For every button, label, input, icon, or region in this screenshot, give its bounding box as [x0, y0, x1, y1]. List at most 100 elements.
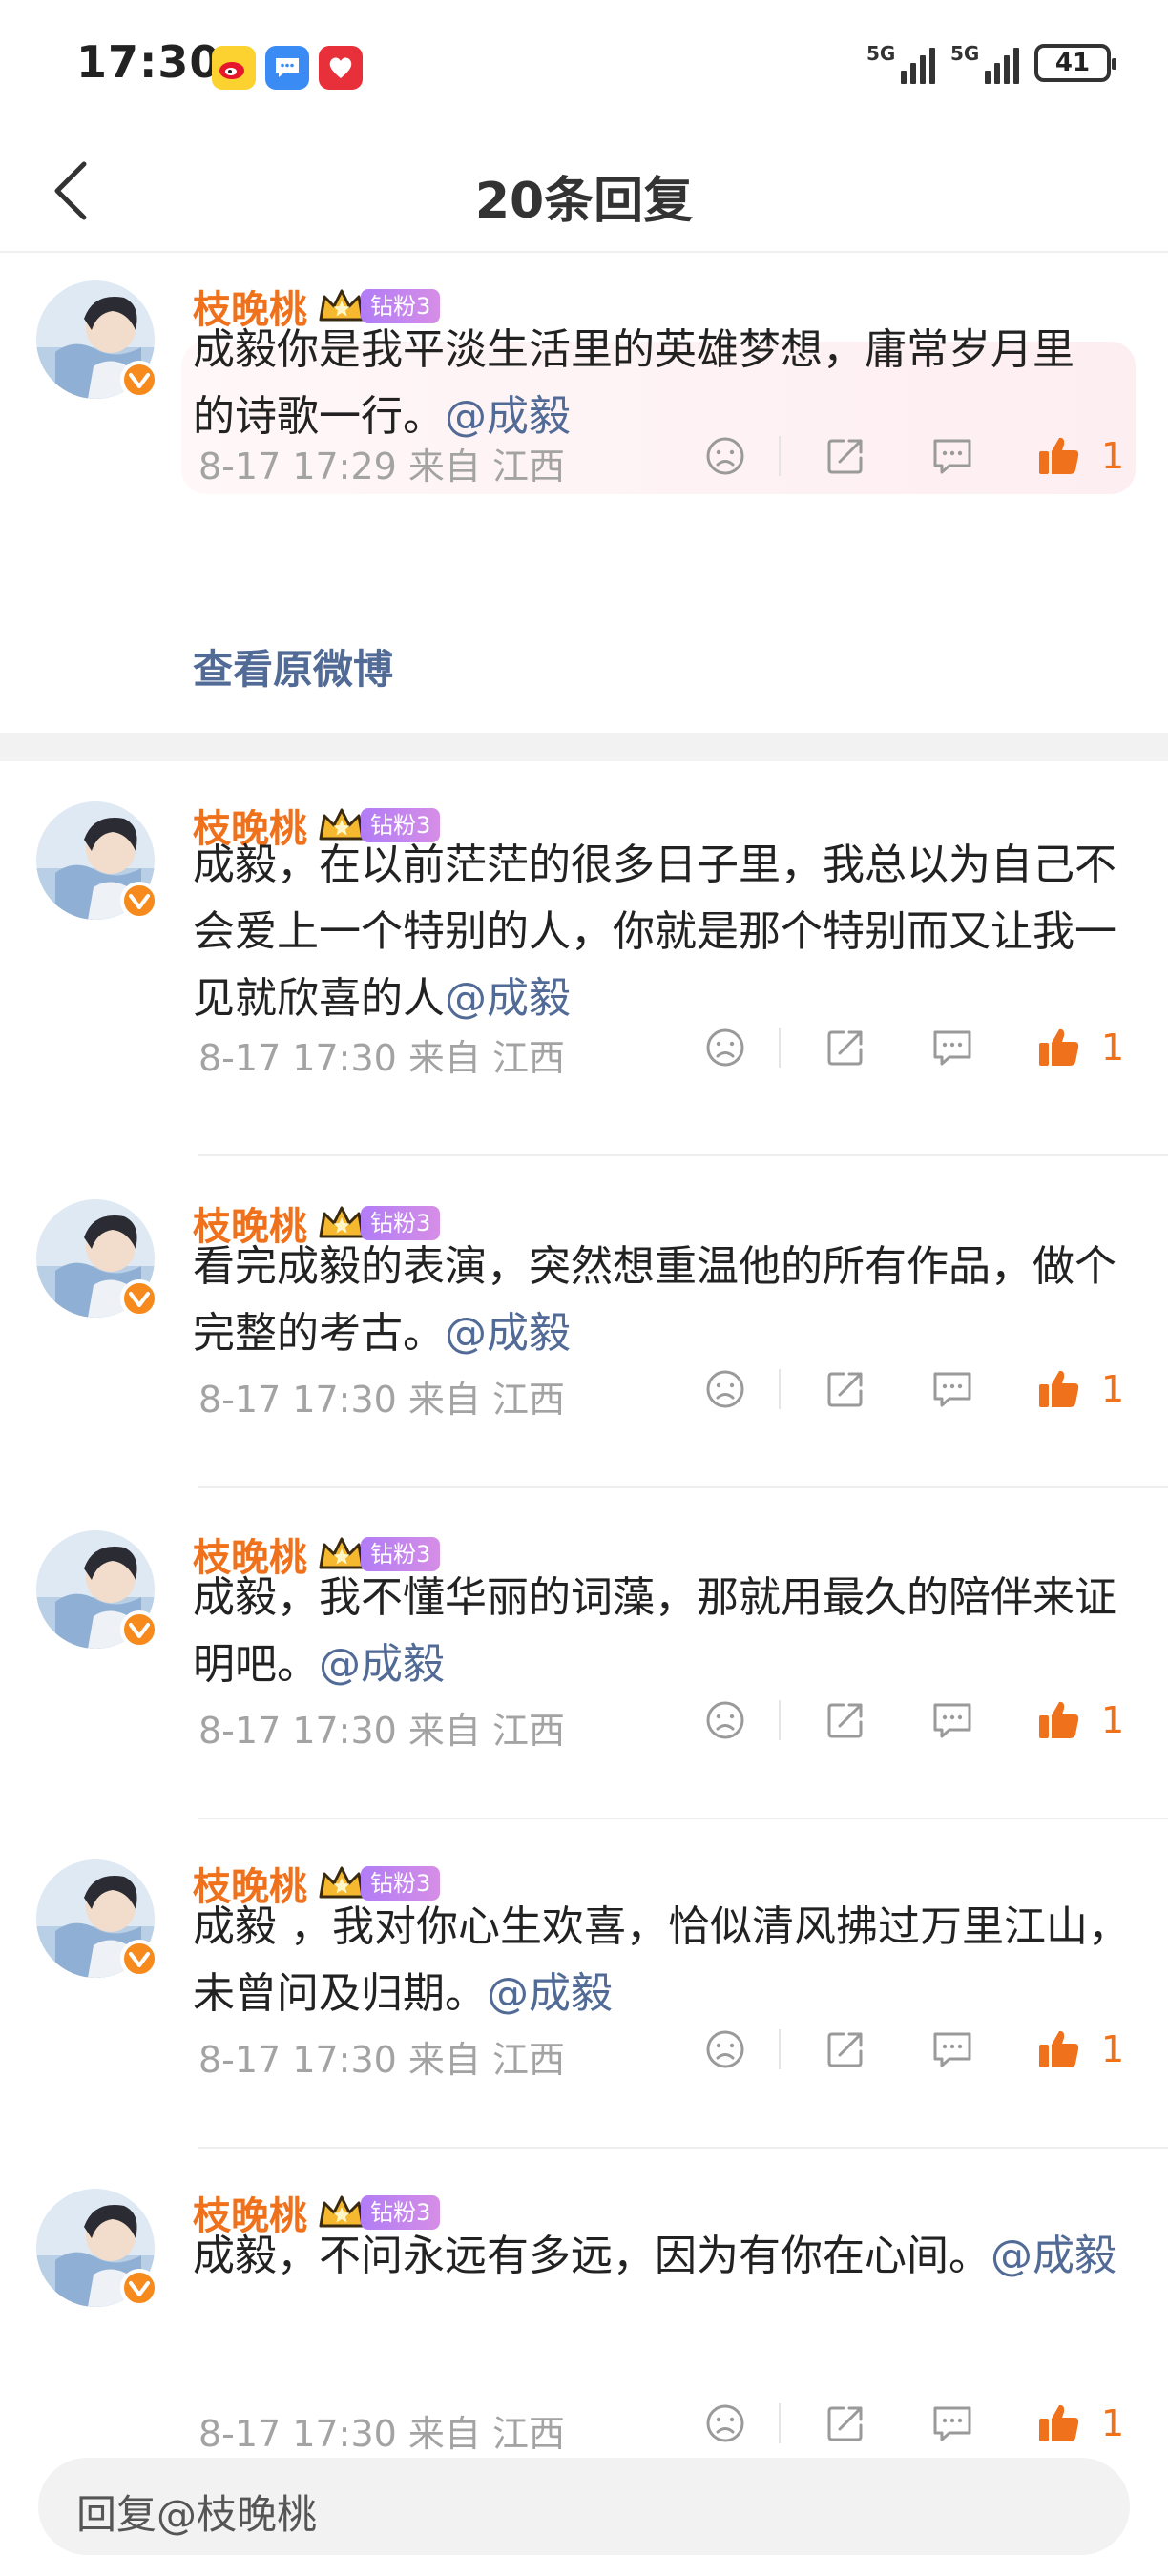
- like-count: 1: [1101, 2402, 1125, 2444]
- share-icon: [827, 1030, 863, 1066]
- like-count: 1: [1101, 1368, 1125, 1410]
- frown-face-icon: [706, 2404, 744, 2442]
- comment-icon: [933, 1030, 971, 1066]
- section-divider: [0, 733, 1168, 761]
- health-icon: [319, 46, 363, 90]
- share-icon: [827, 1703, 863, 1738]
- avatar[interactable]: [36, 280, 158, 399]
- comment-text: 成毅，在以前茫茫的很多日子里，我总以为自己不会爱上一个特别的人，你就是那个特别而…: [193, 832, 1137, 1032]
- comment-button[interactable]: [924, 427, 981, 485]
- avatar[interactable]: [36, 1199, 158, 1318]
- comment-separator: [198, 1818, 1168, 1819]
- avatar[interactable]: [36, 801, 158, 920]
- like-count: 1: [1101, 435, 1125, 477]
- comment-actions: 1: [697, 1019, 1136, 1076]
- like-button[interactable]: [1031, 2395, 1088, 2452]
- action-divider: [779, 436, 781, 476]
- action-divider: [779, 1369, 781, 1409]
- like-button[interactable]: [1031, 1361, 1088, 1418]
- like-button[interactable]: [1031, 1019, 1088, 1076]
- like-count: 1: [1101, 1699, 1125, 1741]
- action-divider: [779, 1700, 781, 1740]
- message-icon: [265, 46, 309, 90]
- mention-link[interactable]: @成毅: [445, 392, 571, 441]
- comment-meta: 8-17 17:29 来自 江西: [198, 446, 565, 488]
- comment-icon: [933, 2032, 971, 2067]
- dislike-button[interactable]: [697, 2021, 754, 2078]
- comment-icon: [933, 1703, 971, 1738]
- dislike-button[interactable]: [697, 1692, 754, 1749]
- like-button[interactable]: [1031, 427, 1088, 485]
- frown-face-icon: [706, 2030, 744, 2068]
- thumbs-up-icon: [1039, 2404, 1079, 2441]
- comment-meta: 8-17 17:30 来自 江西: [198, 2039, 565, 2081]
- mention-link[interactable]: @成毅: [487, 1969, 613, 2018]
- comment-text: 成毅 ，我对你心生欢喜，恰似清风拂过万里江山，未曾问及归期。@成毅: [193, 1894, 1137, 2027]
- share-button[interactable]: [817, 2021, 874, 2078]
- comment-body: 成毅 ，我对你心生欢喜，恰似清风拂过万里江山，未曾问及归期。: [193, 1902, 1130, 2018]
- thumbs-up-icon: [1039, 1370, 1079, 1407]
- mention-link[interactable]: @成毅: [445, 974, 571, 1023]
- action-divider: [779, 1028, 781, 1068]
- comment-separator: [198, 1486, 1168, 1488]
- comment-icon: [933, 2406, 971, 2441]
- comment-body: 成毅，不问永远有多远，因为有你在心间。: [193, 2232, 991, 2280]
- comment-meta: 8-17 17:30 来自 江西: [198, 1379, 565, 1421]
- comment-text: 成毅，我不懂华丽的词藻，那就用最久的陪伴来证明吧。@成毅: [193, 1565, 1137, 1698]
- mention-link[interactable]: @成毅: [319, 1640, 445, 1689]
- like-button[interactable]: [1031, 1692, 1088, 1749]
- share-button[interactable]: [817, 1692, 874, 1749]
- comment-actions: 1: [697, 427, 1136, 485]
- comment-text: 看完成毅的表演，突然想重温他的所有作品，做个完整的考古。@成毅: [193, 1234, 1137, 1367]
- avatar[interactable]: [36, 1530, 158, 1649]
- verified-icon: [120, 361, 158, 399]
- share-button[interactable]: [817, 427, 874, 485]
- verified-icon: [120, 2269, 158, 2307]
- comment-button[interactable]: [924, 1019, 981, 1076]
- avatar[interactable]: [36, 2189, 158, 2307]
- frown-face-icon: [706, 1701, 744, 1739]
- comment-button[interactable]: [924, 1361, 981, 1418]
- comment-button[interactable]: [924, 2021, 981, 2078]
- battery-icon: 41: [1034, 44, 1116, 82]
- dislike-button[interactable]: [697, 2395, 754, 2452]
- avatar[interactable]: [36, 1859, 158, 1978]
- signal-icon: 5G: [866, 42, 935, 84]
- dislike-button[interactable]: [697, 427, 754, 485]
- comment-meta: 8-17 17:30 来自 江西: [198, 1037, 565, 1079]
- view-original-link[interactable]: 查看原微博: [193, 637, 393, 696]
- thumbs-up-icon: [1039, 1028, 1079, 1066]
- verified-icon: [120, 1279, 158, 1318]
- comment-actions: 1: [697, 2395, 1136, 2452]
- dislike-button[interactable]: [697, 1361, 754, 1418]
- comment-actions: 1: [697, 2021, 1136, 2078]
- reply-input[interactable]: 回复@枝晚桃: [38, 2458, 1130, 2555]
- like-count: 1: [1101, 2028, 1125, 2070]
- share-button[interactable]: [817, 1361, 874, 1418]
- comment-button[interactable]: [924, 1692, 981, 1749]
- network-type-label-2: 5G: [950, 42, 980, 65]
- comment-button[interactable]: [924, 2395, 981, 2452]
- like-button[interactable]: [1031, 2021, 1088, 2078]
- comment-icon: [933, 439, 971, 474]
- status-time: 17:30: [76, 36, 221, 88]
- mention-link[interactable]: @成毅: [445, 1309, 571, 1358]
- page-title: 20条回复: [474, 173, 694, 230]
- verified-icon: [120, 1940, 158, 1978]
- weibo-icon: [212, 46, 256, 90]
- notification-icons: [212, 46, 363, 90]
- share-button[interactable]: [817, 2395, 874, 2452]
- mention-link[interactable]: @成毅: [991, 2232, 1116, 2280]
- comment-separator: [198, 2147, 1168, 2149]
- signal-icon-2: 5G: [950, 42, 1019, 84]
- dislike-button[interactable]: [697, 1019, 754, 1076]
- comment-body: 成毅，在以前茫茫的很多日子里，我总以为自己不会爱上一个特别的人，你就是那个特别而…: [193, 841, 1116, 1023]
- share-button[interactable]: [817, 1019, 874, 1076]
- frown-face-icon: [706, 437, 744, 475]
- header: 20条回复: [0, 134, 1168, 253]
- comment-meta: 8-17 17:30 来自 江西: [198, 2413, 565, 2455]
- action-divider: [779, 2029, 781, 2069]
- status-bar: 17:30 5G 5G 41: [0, 0, 1168, 134]
- comment-body: 成毅你是我平淡生活里的英雄梦想，庸常岁月里的诗歌一行。: [193, 325, 1074, 441]
- thumbs-up-icon: [1039, 1701, 1079, 1738]
